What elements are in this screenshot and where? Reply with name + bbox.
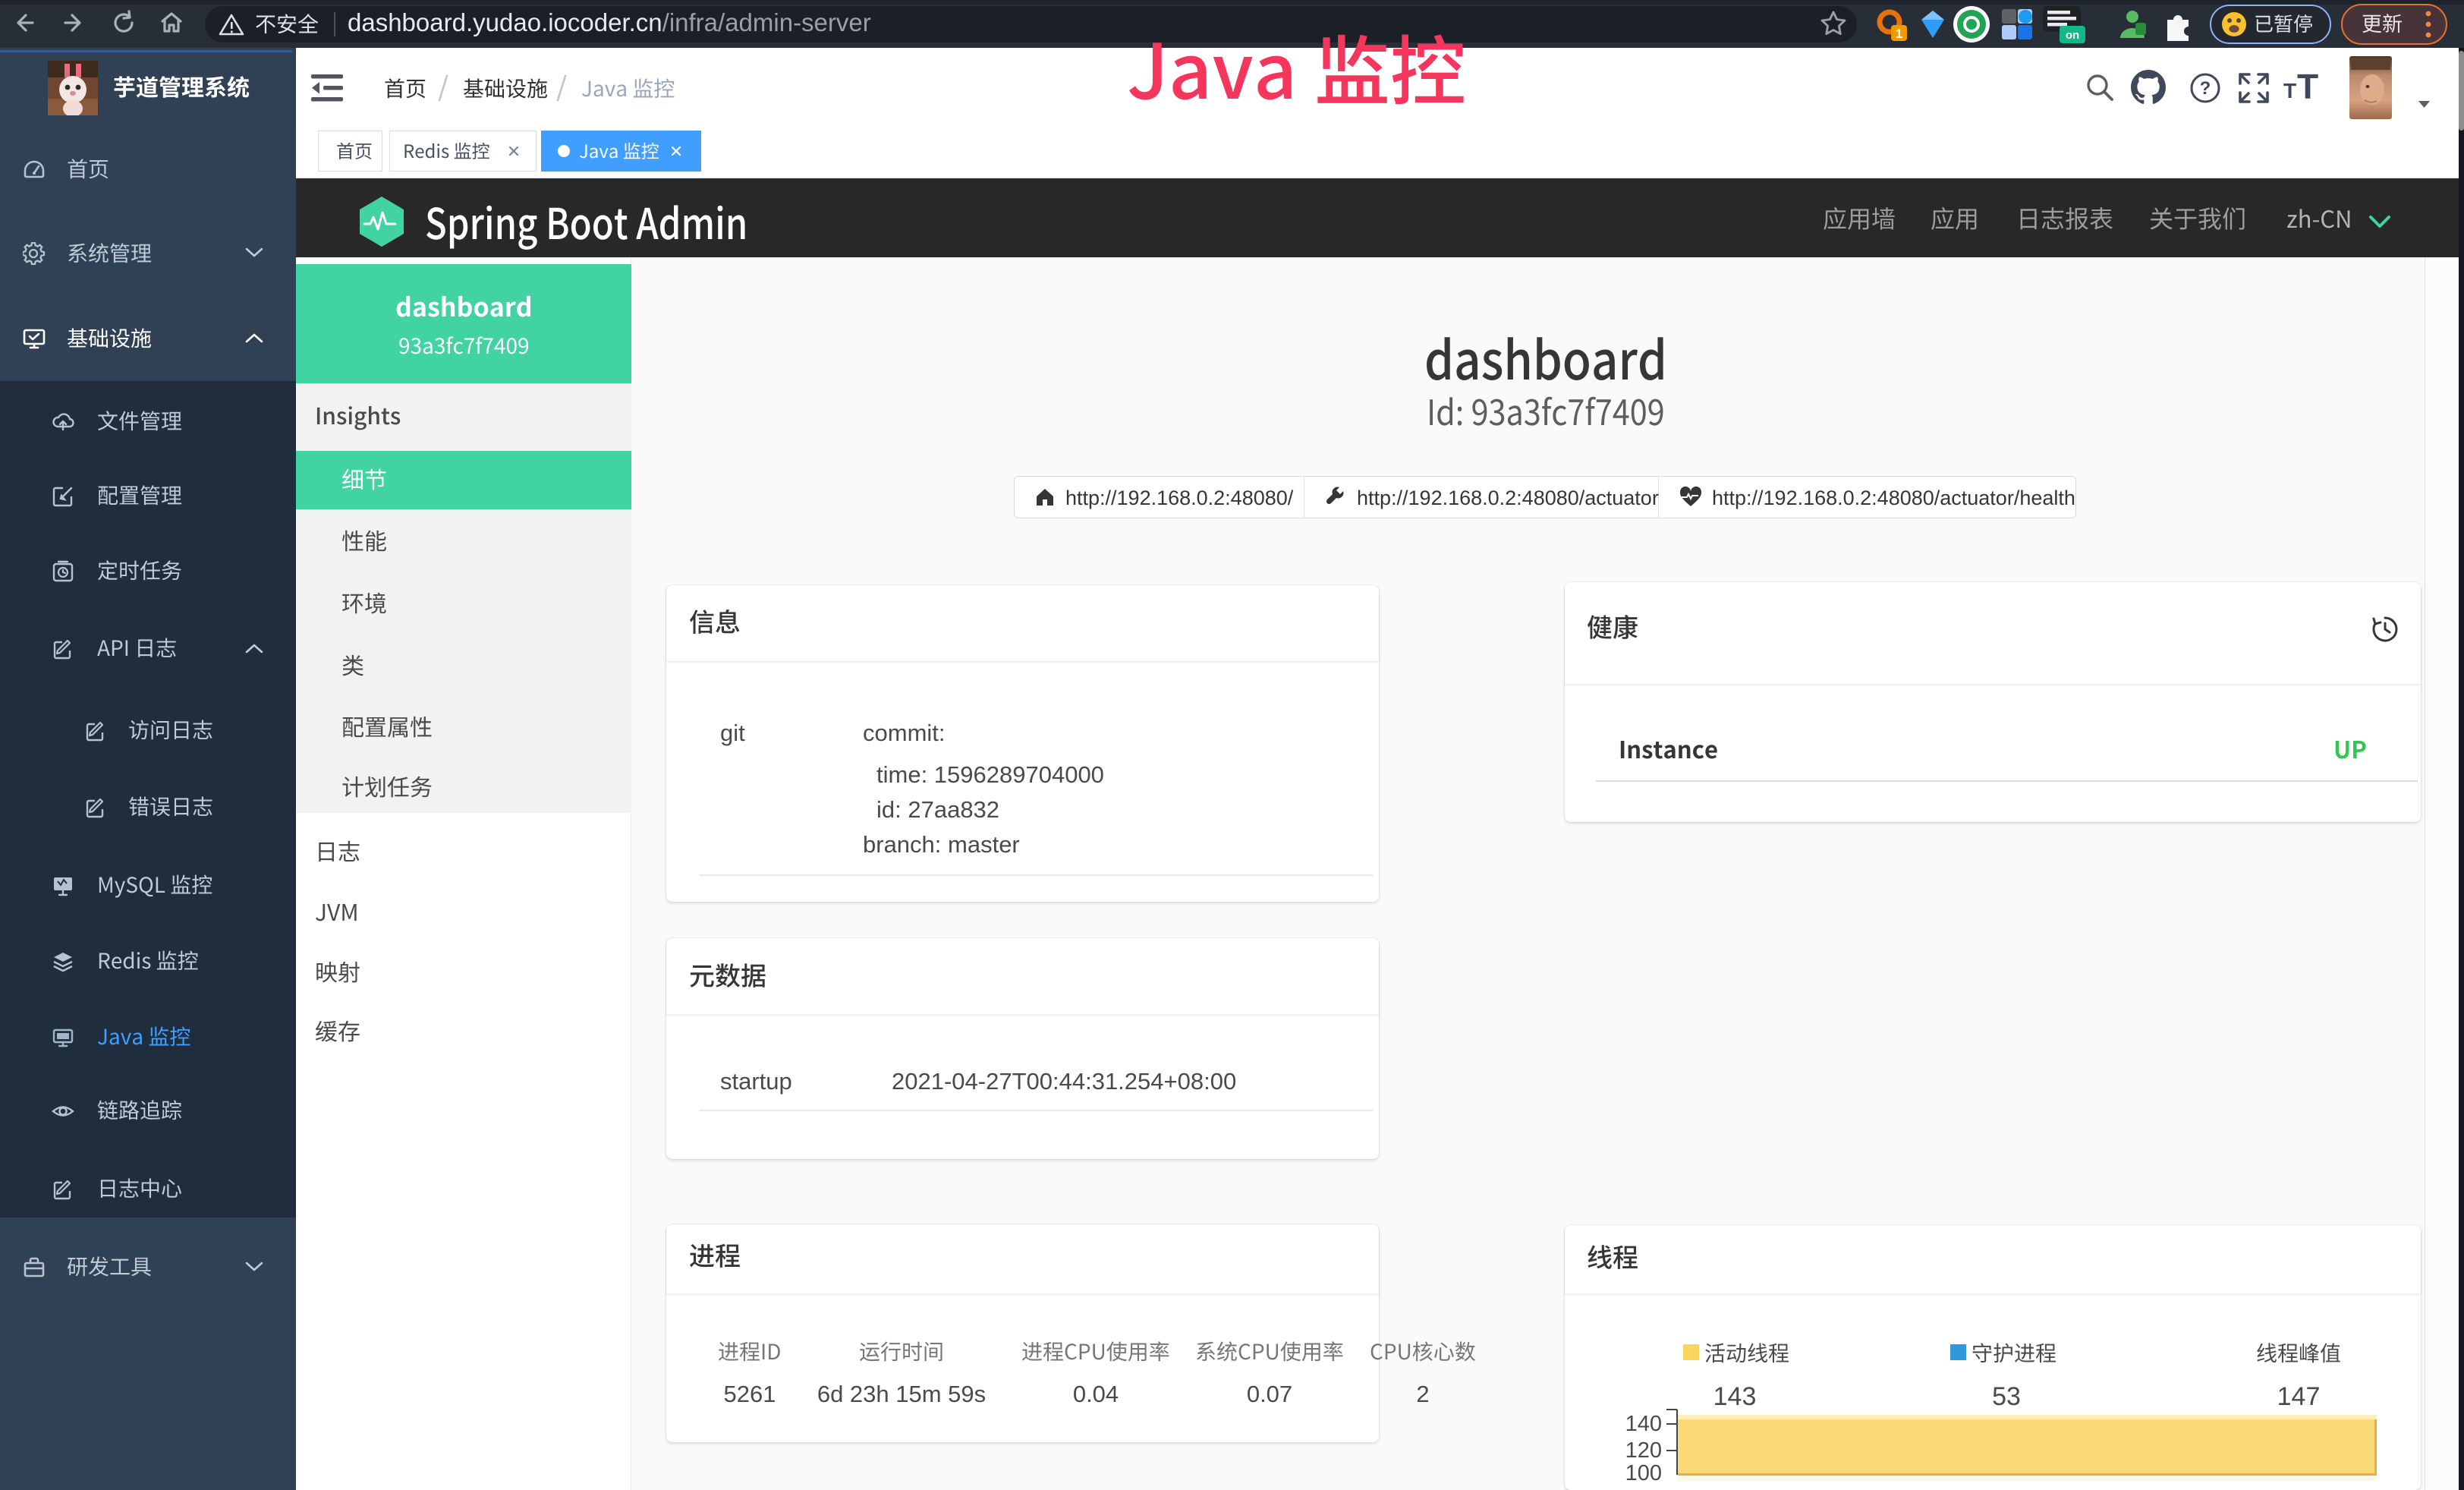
svg-text:?: ?	[2200, 78, 2211, 99]
svg-text:on: on	[2066, 29, 2079, 42]
svg-text:1: 1	[1896, 27, 1902, 41]
